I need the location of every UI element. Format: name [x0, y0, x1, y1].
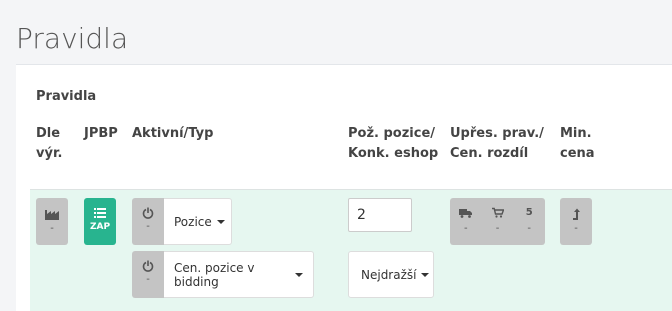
cart-button[interactable]: - [482, 198, 514, 245]
cart-value: - [495, 223, 500, 234]
rules-panel: Pravidla Dle výr. JPBP Aktivní/Typ Pož. … [16, 64, 672, 311]
competitor-select-value: Nejdražší [361, 267, 417, 282]
caret-down-icon [295, 272, 303, 277]
truck-icon [458, 209, 472, 218]
power-icon [142, 260, 154, 272]
refine-rule-buttons: - - 5 - [450, 198, 545, 245]
power-toggle-1[interactable]: - [132, 198, 164, 245]
competitor-select[interactable]: Nejdražší [348, 251, 434, 298]
cart-icon [491, 207, 504, 218]
col-header-jpbp: JPBP [84, 126, 118, 141]
jpbp-toggle[interactable]: ZAP [84, 198, 116, 245]
power-icon [142, 207, 154, 219]
power-value-2: - [146, 274, 150, 285]
list-icon [94, 208, 106, 218]
type-select-1-value: Pozice [174, 214, 212, 229]
shipping-button[interactable]: - [450, 198, 482, 245]
panel-title: Pravidla [36, 89, 97, 104]
type-select-2-value: Cen. pozice v bidding [174, 260, 255, 289]
price-diff-label: 5 [525, 207, 533, 218]
factory-icon [45, 210, 59, 220]
col-header-aktivni-typ: Aktivní/Typ [132, 126, 214, 141]
dle-vyr-value: - [50, 223, 54, 234]
power-value-1: - [146, 221, 150, 232]
col-header-poz-pozice: Pož. pozice/ Konk. eshop [348, 126, 439, 161]
position-input[interactable] [348, 198, 412, 232]
page-title: Pravidla [16, 22, 129, 55]
rule-type-group-1: - Pozice [132, 198, 232, 245]
dle-vyr-button[interactable]: - [36, 198, 68, 245]
caret-down-icon [421, 272, 430, 277]
shipping-value: - [464, 223, 468, 234]
min-price-value: - [574, 223, 578, 234]
price-diff-button[interactable]: 5 - [513, 198, 545, 245]
min-price-button[interactable]: - [560, 198, 592, 245]
type-select-1[interactable]: Pozice [164, 198, 232, 245]
level-up-icon [573, 208, 580, 220]
table-row: - ZAP - Pozice - Cen. pozice v bidding 2… [30, 189, 672, 311]
price-diff-value: - [527, 223, 531, 234]
power-toggle-2[interactable]: - [132, 251, 164, 298]
type-select-2[interactable]: Cen. pozice v bidding [164, 251, 314, 298]
caret-down-icon [216, 219, 225, 224]
jpbp-label: ZAP [89, 222, 111, 232]
col-header-upres: Upřes. prav./ Cen. rozdíl [450, 126, 544, 161]
rule-type-group-2: - Cen. pozice v bidding [132, 251, 314, 298]
col-header-dle-vyr: Dle výr. [36, 126, 63, 161]
col-header-min-cena: Min. cena [560, 126, 595, 161]
